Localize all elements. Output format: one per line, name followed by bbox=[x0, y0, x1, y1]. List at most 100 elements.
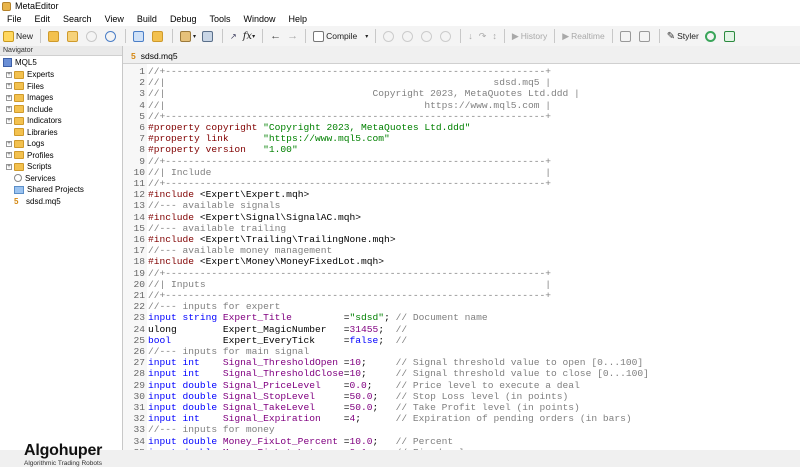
step-out-button[interactable]: ↕ bbox=[489, 27, 500, 45]
navigator-toggle-button[interactable] bbox=[130, 27, 149, 45]
mql5-community-button[interactable] bbox=[702, 27, 721, 45]
history-button[interactable]: ▶ History bbox=[509, 27, 550, 45]
tree-item-shared-projects[interactable]: Shared Projects bbox=[14, 184, 84, 195]
open-data-folder-button[interactable] bbox=[64, 27, 83, 45]
code-line[interactable]: 9//+------------------------------------… bbox=[123, 156, 551, 167]
code-line[interactable]: 4//| https://www.mql5.com | bbox=[123, 100, 551, 111]
editor-tab-sdsd[interactable]: 5 sdsd.mq5 bbox=[127, 48, 182, 63]
code-editor[interactable]: 5 sdsd.mq5 1//+-------------------------… bbox=[123, 46, 800, 450]
code-line[interactable]: 13//--- available signals bbox=[123, 200, 280, 211]
step-over-button[interactable]: ↷ bbox=[476, 27, 490, 45]
expand-plus-icon[interactable]: + bbox=[6, 163, 12, 170]
code-line[interactable]: 3//| Copyright 2023, MetaQuotes Ltd.ddd … bbox=[123, 88, 580, 99]
debug-start-button[interactable] bbox=[380, 27, 399, 45]
new-button[interactable]: New bbox=[0, 27, 36, 45]
compile-button[interactable]: Compile ▾ bbox=[310, 27, 371, 45]
tree-item-logs[interactable]: + Logs bbox=[6, 138, 44, 149]
styler-button[interactable]: ✎ Styler bbox=[664, 27, 702, 45]
expand-plus-icon[interactable]: + bbox=[6, 117, 12, 124]
code-line[interactable]: 10//| Include | bbox=[123, 167, 551, 178]
code-line[interactable]: 24 ulong Expert_MagicNumber =31455; // bbox=[123, 324, 407, 335]
code-line[interactable]: 2//| sdsd.mq5 | bbox=[123, 77, 551, 88]
code-line[interactable]: 11//+-----------------------------------… bbox=[123, 178, 551, 189]
code-text: = bbox=[338, 435, 350, 447]
debug-history-button[interactable] bbox=[399, 27, 418, 45]
code-identifier: Signal_ThresholdOpen bbox=[222, 357, 338, 369]
code-line[interactable]: 7 #property link "https://www.mql5.com" bbox=[123, 133, 390, 144]
menu-view[interactable]: View bbox=[98, 12, 130, 26]
tree-item-services[interactable]: Services bbox=[14, 173, 56, 184]
tree-item-libraries[interactable]: Libraries bbox=[14, 127, 58, 138]
code-line[interactable]: 23 input string Expert_Title ="sdsd"; // … bbox=[123, 312, 487, 323]
excel-export-button[interactable] bbox=[721, 27, 740, 45]
code-line[interactable]: 32 input int Signal_Expiration =4; // Exp… bbox=[123, 413, 631, 424]
expand-plus-icon[interactable]: + bbox=[6, 94, 12, 101]
debug-pause-button[interactable] bbox=[418, 27, 437, 45]
print-button[interactable] bbox=[199, 27, 218, 45]
menu-edit[interactable]: Edit bbox=[28, 12, 57, 26]
realtime-button[interactable]: ▶ Realtime bbox=[559, 27, 607, 45]
code-line[interactable]: 34 input double Money_FixLot_Percent =10.… bbox=[123, 436, 453, 447]
menu-file[interactable]: File bbox=[0, 12, 28, 26]
code-line[interactable]: 26//--- inputs for main signal bbox=[123, 346, 309, 357]
code-line[interactable]: 5//+------------------------------------… bbox=[123, 111, 551, 122]
code-line[interactable]: 17//--- available money management bbox=[123, 245, 332, 256]
code-line[interactable]: 15//--- available trailing bbox=[123, 223, 286, 234]
code-line[interactable]: 6 #property copyright "Copyright 2023, Me… bbox=[123, 122, 470, 133]
code-area[interactable]: 1//+------------------------------------… bbox=[123, 66, 800, 450]
back-button[interactable]: ← bbox=[267, 27, 284, 45]
tree-item-sdsd-mq5[interactable]: 5 sdsd.mq5 bbox=[6, 196, 61, 207]
menu-search[interactable]: Search bbox=[56, 12, 98, 26]
code-line[interactable]: 21//+-----------------------------------… bbox=[123, 290, 551, 301]
code-line[interactable]: 22//--- inputs for expert bbox=[123, 301, 280, 312]
expand-plus-icon[interactable]: + bbox=[6, 140, 12, 147]
code-line[interactable]: 31 input double Signal_TakeLevel =50.0; /… bbox=[123, 402, 579, 413]
menu-debug[interactable]: Debug bbox=[163, 12, 203, 26]
code-line[interactable]: 19//+-----------------------------------… bbox=[123, 268, 551, 279]
expand-plus-icon[interactable]: + bbox=[6, 152, 12, 158]
paste-button[interactable] bbox=[636, 27, 655, 45]
code-line[interactable]: 27 input int Signal_ThresholdOpen =10; //… bbox=[123, 357, 643, 368]
tree-item-images[interactable]: + Images bbox=[6, 92, 53, 103]
code-line[interactable]: 28 input int Signal_ThresholdClose=10; //… bbox=[123, 368, 648, 379]
code-line[interactable]: 18 #include <Expert\Money\MoneyFixedLot.m… bbox=[123, 256, 384, 267]
menu-tools[interactable]: Tools bbox=[202, 12, 236, 26]
tree-item-files[interactable]: + Files bbox=[6, 81, 44, 92]
tree-item-mql5-root[interactable]: MQL5 bbox=[3, 57, 37, 68]
clipboard-button[interactable]: ▾ bbox=[177, 27, 199, 45]
tree-item-include[interactable]: + Include bbox=[6, 104, 53, 115]
menu-help[interactable]: Help bbox=[282, 12, 314, 26]
code-line[interactable]: 14 #include <Expert\Signal\SignalAC.mqh> bbox=[123, 212, 361, 223]
expand-plus-icon[interactable]: + bbox=[6, 83, 12, 89]
code-line[interactable]: 30 input double Signal_StopLevel =50.0; /… bbox=[123, 391, 568, 402]
code-line[interactable]: 8 #property version "1.00" bbox=[123, 144, 297, 155]
line-number: 12 bbox=[133, 189, 145, 201]
code-line[interactable]: 20//| Inputs | bbox=[123, 279, 551, 290]
save-button[interactable] bbox=[83, 27, 102, 45]
code-line[interactable]: 1//+------------------------------------… bbox=[123, 66, 551, 77]
code-line[interactable]: 29 input double Signal_PriceLevel =0.0; /… bbox=[123, 380, 579, 391]
step-into-button[interactable]: ↓ bbox=[465, 27, 476, 45]
code-line[interactable]: 12 #include <Expert\Expert.mqh> bbox=[123, 189, 309, 200]
function-button[interactable]: fx ▾ bbox=[240, 27, 258, 45]
menu-window[interactable]: Window bbox=[236, 12, 281, 26]
sort-button[interactable]: ↗ bbox=[227, 27, 240, 45]
toolbar: New ▾ ↗ fx ▾ ← → Compile ▾ ↓ ↷ ↕ ▶ Histor… bbox=[0, 26, 800, 47]
menu-build[interactable]: Build bbox=[130, 12, 163, 26]
expand-plus-icon[interactable]: + bbox=[6, 71, 12, 78]
refresh-button[interactable] bbox=[102, 27, 121, 45]
debug-stop-button[interactable] bbox=[437, 27, 456, 45]
code-line[interactable]: 33//--- inputs for money bbox=[123, 424, 274, 435]
expand-plus-icon[interactable]: + bbox=[6, 106, 12, 112]
tree-item-scripts[interactable]: + Scripts bbox=[6, 161, 51, 172]
tree-item-indicators[interactable]: + Indicators bbox=[6, 115, 62, 126]
tree-item-profiles[interactable]: + Profiles bbox=[6, 150, 54, 161]
forward-button[interactable]: → bbox=[284, 27, 301, 45]
copy-button[interactable] bbox=[617, 27, 636, 45]
open-folder-button[interactable] bbox=[45, 27, 64, 45]
tree-item-label: Files bbox=[27, 81, 44, 91]
code-line[interactable]: 16 #include <Expert\Trailing\TrailingNone… bbox=[123, 234, 395, 245]
toolbox-toggle-button[interactable] bbox=[149, 27, 168, 45]
code-line[interactable]: 25 bool Expert_EveryTick =false; // bbox=[123, 335, 407, 346]
tree-item-experts[interactable]: + Experts bbox=[6, 69, 54, 80]
